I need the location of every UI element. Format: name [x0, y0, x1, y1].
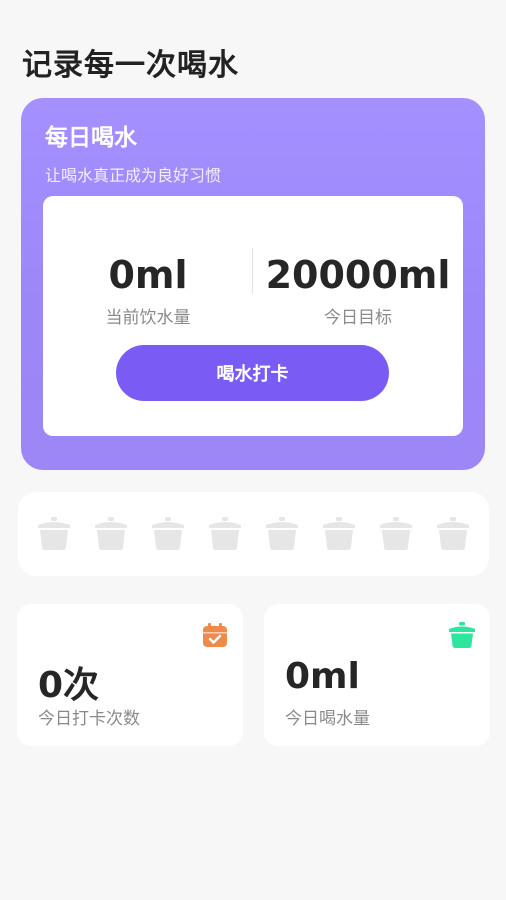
hero-title: 每日喝水	[45, 125, 137, 151]
hero-subtitle: 让喝水真正成为良好习惯	[45, 166, 222, 185]
cup-icon	[95, 517, 127, 550]
cup-icon	[323, 517, 355, 550]
daily-goal-value: 20000ml	[265, 253, 451, 297]
cup-icon	[209, 517, 241, 550]
calendar-check-icon	[203, 623, 227, 647]
water-intake-label: 今日喝水量	[285, 709, 370, 729]
cup-icon	[449, 622, 475, 648]
daily-goal-stat: 20000ml 今日目标	[253, 251, 463, 328]
water-intake-card: 0ml 今日喝水量	[264, 604, 490, 746]
checkin-count-value: 0次	[38, 665, 100, 706]
checkin-count-card: 0次 今日打卡次数	[17, 604, 243, 746]
cup-icon	[380, 517, 412, 550]
drink-checkin-button[interactable]: 喝水打卡	[116, 345, 389, 401]
current-intake-value: 0ml	[108, 253, 188, 297]
water-log-page: 记录每一次喝水 每日喝水 让喝水真正成为良好习惯 0ml 当前饮水量 20000…	[0, 0, 506, 900]
cup-icon	[437, 517, 469, 550]
hero-stats-panel: 0ml 当前饮水量 20000ml 今日目标 喝水打卡	[43, 196, 463, 436]
cup-icon	[38, 517, 70, 550]
checkin-count-label: 今日打卡次数	[38, 709, 140, 729]
page-title: 记录每一次喝水	[22, 48, 239, 83]
daily-goal-label: 今日目标	[324, 308, 392, 328]
daily-water-card: 每日喝水 让喝水真正成为良好习惯 0ml 当前饮水量 20000ml 今日目标 …	[21, 98, 485, 470]
cup-icon	[266, 517, 298, 550]
current-intake-stat: 0ml 当前饮水量	[43, 251, 253, 328]
cups-progress-card	[18, 492, 489, 576]
current-intake-label: 当前饮水量	[105, 308, 191, 328]
water-intake-value: 0ml	[285, 656, 360, 697]
cup-icon	[152, 517, 184, 550]
